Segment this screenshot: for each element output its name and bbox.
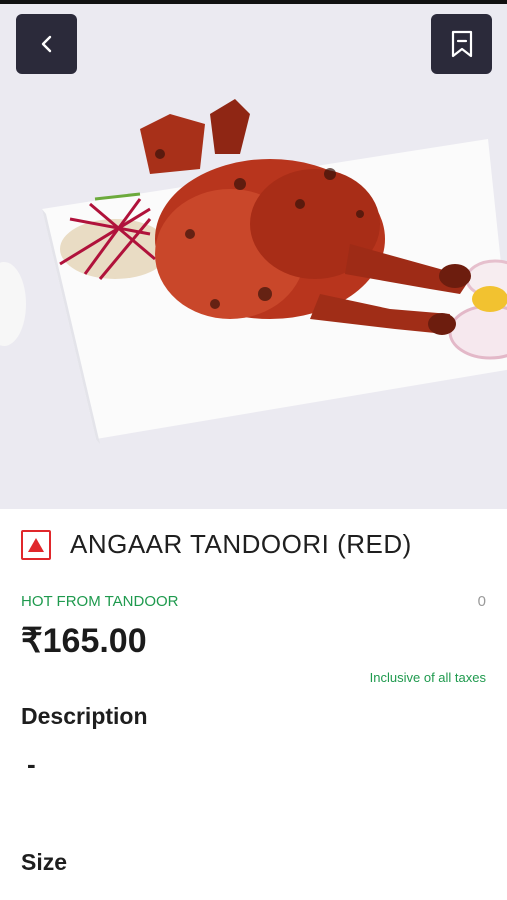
triangle-icon: [28, 537, 44, 552]
food-image: [0, 4, 507, 509]
item-title-row: ANGAAR TANDOORI (RED): [21, 529, 412, 560]
non-veg-marker-icon: [21, 529, 51, 560]
description-value: -: [27, 749, 36, 779]
item-count: 0: [477, 593, 486, 610]
item-price: ₹165.00: [21, 622, 147, 660]
item-title: ANGAAR TANDOORI (RED): [70, 529, 412, 559]
item-details: ANGAAR TANDOORI (RED) HOT FROM TANDOOR 0…: [0, 509, 507, 900]
bookmark-icon: [451, 30, 472, 58]
chevron-left-icon: [41, 35, 51, 53]
tax-note: Inclusive of all taxes: [369, 670, 486, 685]
tandoori-chicken-photo: [0, 4, 507, 509]
item-category: HOT FROM TANDOOR: [21, 593, 179, 610]
description-heading: Description: [21, 703, 148, 729]
bookmark-button[interactable]: [431, 14, 492, 74]
size-heading: Size: [21, 849, 68, 875]
back-button[interactable]: [16, 14, 77, 74]
